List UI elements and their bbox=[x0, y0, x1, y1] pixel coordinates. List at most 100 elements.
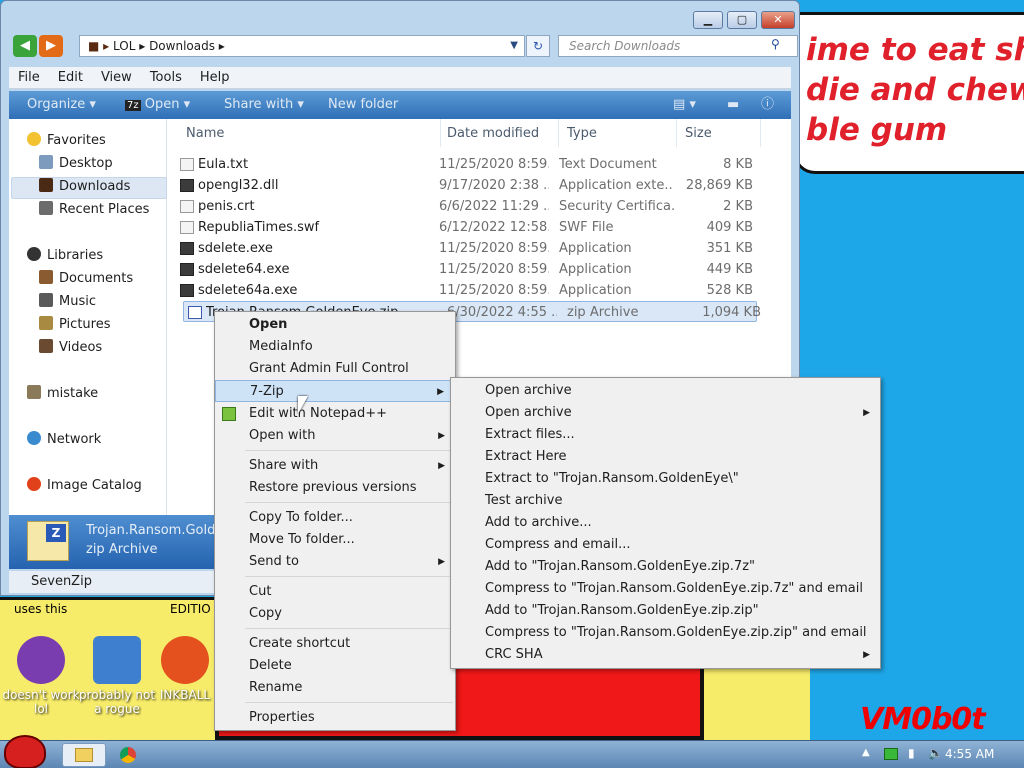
menu-item-rename[interactable]: Rename bbox=[215, 677, 455, 699]
menu-item-crc-sha[interactable]: CRC SHA ▶ bbox=[451, 644, 880, 666]
view-options-icon[interactable]: ▤ ▾ bbox=[673, 91, 696, 119]
file-row[interactable]: penis.crt 6/6/2022 11:29 ... Security Cert… bbox=[176, 196, 756, 217]
forward-button[interactable]: ▶ bbox=[39, 35, 63, 57]
desktop-icon-rogue[interactable]: probably not a rogue bbox=[76, 636, 158, 716]
maximize-button[interactable]: ▢ bbox=[727, 11, 757, 29]
desktop-icon bbox=[39, 155, 53, 169]
menu-item-compress-7z-email[interactable]: Compress to "Trojan.Ransom.GoldenEye.zip… bbox=[451, 578, 880, 600]
menu-item-grant-admin[interactable]: Grant Admin Full Control bbox=[215, 358, 455, 380]
menu-item-send-to[interactable]: Send to ▶ bbox=[215, 551, 455, 573]
refresh-button[interactable]: ↻ bbox=[526, 35, 550, 57]
file-row[interactable]: sdelete64a.exe 11/25/2020 8:59... Applicat… bbox=[176, 280, 756, 301]
tray-chevron-icon[interactable]: ▲ bbox=[862, 747, 870, 758]
preview-pane-icon[interactable]: ▬ bbox=[727, 91, 739, 119]
menu-view[interactable]: View bbox=[92, 67, 141, 89]
column-header-name[interactable]: Name bbox=[178, 119, 441, 147]
mouse-cursor-icon bbox=[298, 396, 308, 414]
file-row[interactable]: sdelete64.exe 11/25/2020 8:59... Applicati… bbox=[176, 259, 756, 280]
zip-file-icon bbox=[188, 306, 202, 319]
breadcrumb-downloads[interactable]: Downloads bbox=[149, 39, 215, 53]
menu-item-open[interactable]: Open bbox=[215, 314, 455, 336]
7zip-submenu: Open archive Open archive ▶ Extract files… bbox=[450, 377, 881, 669]
nav-favorites[interactable]: Favorites bbox=[27, 131, 106, 151]
menu-item-compress-zip-email[interactable]: Compress to "Trojan.Ransom.GoldenEye.zip… bbox=[451, 622, 880, 644]
file-row[interactable]: RepubliaTimes.swf 6/12/2022 12:58... SWF F… bbox=[176, 217, 756, 238]
menu-item-open-archive-sub[interactable]: Open archive ▶ bbox=[451, 402, 880, 424]
menu-item-restore-versions[interactable]: Restore previous versions bbox=[215, 477, 455, 499]
column-header-size[interactable]: Size bbox=[677, 119, 761, 147]
menu-item-extract-to[interactable]: Extract to "Trojan.Ransom.GoldenEye\" bbox=[451, 468, 880, 490]
menu-item-test-archive[interactable]: Test archive bbox=[451, 490, 880, 512]
menu-help[interactable]: Help bbox=[191, 67, 239, 89]
menu-item-edit-notepad[interactable]: Edit with Notepad++ bbox=[215, 403, 455, 425]
menu-bar: File Edit View Tools Help bbox=[9, 67, 791, 89]
taskbar-chrome-button[interactable] bbox=[108, 743, 152, 767]
menu-item-open-with[interactable]: Open with ▶ bbox=[215, 425, 455, 447]
menu-item-properties[interactable]: Properties bbox=[215, 707, 455, 729]
column-header-date[interactable]: Date modified bbox=[439, 119, 559, 147]
pictures-icon bbox=[39, 316, 53, 330]
file-row[interactable]: sdelete.exe 11/25/2020 8:59... Application… bbox=[176, 238, 756, 259]
clock[interactable]: 4:55 AM bbox=[945, 747, 994, 761]
close-button[interactable]: ✕ bbox=[761, 11, 795, 29]
column-header-type[interactable]: Type bbox=[559, 119, 677, 147]
help-icon[interactable]: ⓘ bbox=[761, 91, 774, 119]
menu-item-open-archive[interactable]: Open archive bbox=[451, 380, 880, 402]
menu-item-move-to-folder[interactable]: Move To folder... bbox=[215, 529, 455, 551]
menu-item-compress-email[interactable]: Compress and email... bbox=[451, 534, 880, 556]
desktop-icon-inkball[interactable]: INKBALL bbox=[150, 636, 220, 702]
menu-item-mediainfo[interactable]: MediaInfo bbox=[215, 336, 455, 358]
search-input[interactable]: Search Downloads bbox=[558, 35, 798, 57]
menu-item-add-to-archive[interactable]: Add to archive... bbox=[451, 512, 880, 534]
nav-libraries[interactable]: Libraries bbox=[27, 246, 103, 266]
nav-recent-places[interactable]: Recent Places bbox=[39, 200, 149, 220]
tray-network-icon[interactable] bbox=[884, 748, 898, 760]
address-bar[interactable]: ■ ▸ LOL ▸ Downloads ▸ ▼ bbox=[79, 35, 525, 57]
share-with-button[interactable]: Share with ▾ bbox=[224, 91, 304, 119]
organize-button[interactable]: Organize ▾ bbox=[27, 91, 96, 119]
minimize-button[interactable]: ▁ bbox=[693, 11, 723, 29]
menu-item-cut[interactable]: Cut bbox=[215, 581, 455, 603]
nav-network[interactable]: Network bbox=[27, 430, 101, 450]
certificate-file-icon bbox=[180, 200, 194, 213]
desktop-icon-label: doesn't work lol bbox=[2, 688, 80, 716]
menu-item-create-shortcut[interactable]: Create shortcut bbox=[215, 633, 455, 655]
menu-item-add-7z[interactable]: Add to "Trojan.Ransom.GoldenEye.zip.7z" bbox=[451, 556, 880, 578]
breadcrumb-lol[interactable]: LOL bbox=[113, 39, 135, 53]
start-button[interactable] bbox=[4, 735, 46, 768]
menu-edit[interactable]: Edit bbox=[49, 67, 92, 89]
nav-image-catalog[interactable]: Image Catalog bbox=[27, 476, 142, 496]
menu-item-add-zip[interactable]: Add to "Trojan.Ransom.GoldenEye.zip.zip" bbox=[451, 600, 880, 622]
nav-videos[interactable]: Videos bbox=[39, 338, 102, 358]
taskbar-explorer-button[interactable] bbox=[62, 743, 106, 767]
menu-item-share-with[interactable]: Share with ▶ bbox=[215, 455, 455, 477]
search-icon[interactable]: ⚲ bbox=[771, 37, 780, 51]
menu-tools[interactable]: Tools bbox=[141, 67, 191, 89]
nav-documents[interactable]: Documents bbox=[39, 269, 133, 289]
tray-volume-icon[interactable]: 🔈 bbox=[928, 746, 943, 760]
nav-mistake[interactable]: mistake bbox=[27, 384, 98, 404]
nav-downloads[interactable]: Downloads bbox=[39, 177, 130, 197]
menu-item-delete[interactable]: Delete bbox=[215, 655, 455, 677]
menu-item-copy-to-folder[interactable]: Copy To folder... bbox=[215, 507, 455, 529]
menu-item-copy[interactable]: Copy bbox=[215, 603, 455, 625]
desktop-icon-yahoo[interactable]: doesn't work lol bbox=[0, 636, 82, 716]
chevron-down-icon[interactable]: ▼ bbox=[510, 36, 518, 56]
file-row[interactable]: Eula.txt 11/25/2020 8:59... Text Document 8… bbox=[176, 154, 756, 175]
menu-separator bbox=[245, 450, 453, 451]
new-folder-button[interactable]: New folder bbox=[328, 91, 398, 119]
7zip-icon: 7z bbox=[125, 100, 141, 111]
menu-file[interactable]: File bbox=[9, 67, 49, 89]
nav-music[interactable]: Music bbox=[39, 292, 96, 312]
nav-pictures[interactable]: Pictures bbox=[39, 315, 110, 335]
back-button[interactable]: ◀ bbox=[13, 35, 37, 57]
menu-item-extract-here[interactable]: Extract Here bbox=[451, 446, 880, 468]
menu-item-7zip[interactable]: 7-Zip ▶ bbox=[215, 380, 455, 402]
file-row[interactable]: opengl32.dll 9/17/2020 2:38 ... Applicatio… bbox=[176, 175, 756, 196]
control-panel-icon bbox=[93, 636, 141, 684]
menu-item-extract-files[interactable]: Extract files... bbox=[451, 424, 880, 446]
tray-battery-icon[interactable]: ▮ bbox=[908, 746, 915, 760]
chevron-right-icon: ▶ bbox=[438, 557, 445, 567]
open-button[interactable]: 7z Open ▾ bbox=[125, 91, 190, 120]
nav-desktop[interactable]: Desktop bbox=[39, 154, 113, 174]
